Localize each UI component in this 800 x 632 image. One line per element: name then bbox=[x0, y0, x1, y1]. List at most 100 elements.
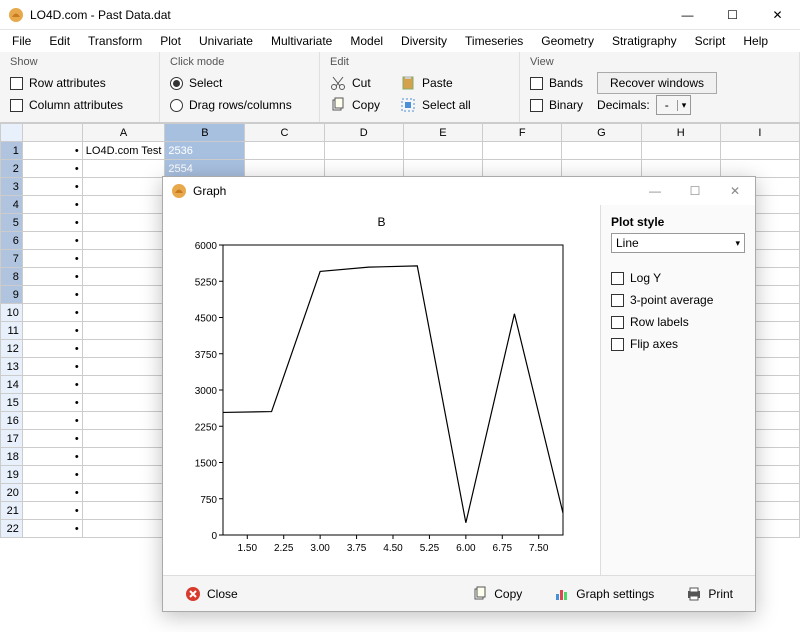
col-header-D[interactable]: D bbox=[324, 124, 403, 142]
col-header-I[interactable]: I bbox=[720, 124, 799, 142]
menu-diversity[interactable]: Diversity bbox=[393, 32, 455, 50]
col-header-B[interactable]: B bbox=[165, 124, 245, 142]
cell[interactable] bbox=[562, 142, 641, 160]
row-header[interactable]: 19 bbox=[1, 466, 23, 484]
menu-file[interactable]: File bbox=[4, 32, 39, 50]
row-header[interactable]: 17 bbox=[1, 430, 23, 448]
cell[interactable] bbox=[82, 196, 165, 214]
cell[interactable] bbox=[483, 160, 562, 178]
col-header-H[interactable]: H bbox=[641, 124, 720, 142]
row-header[interactable]: 6 bbox=[1, 232, 23, 250]
cell[interactable] bbox=[82, 448, 165, 466]
3point-avg-checkbox[interactable]: 3-point average bbox=[611, 289, 745, 311]
row-header[interactable]: 9 bbox=[1, 286, 23, 304]
cell[interactable] bbox=[641, 142, 720, 160]
col-header-F[interactable]: F bbox=[483, 124, 562, 142]
graph-minimize-button[interactable]: — bbox=[635, 177, 675, 205]
plot-style-select[interactable]: Line ▾ bbox=[611, 233, 745, 253]
select-radio[interactable]: Select bbox=[170, 72, 309, 94]
cell[interactable] bbox=[82, 322, 165, 340]
decimals-select[interactable]: - ▾ bbox=[656, 95, 692, 115]
cell[interactable] bbox=[562, 160, 641, 178]
row-header[interactable]: 18 bbox=[1, 448, 23, 466]
row-header[interactable]: 16 bbox=[1, 412, 23, 430]
cell[interactable] bbox=[82, 502, 165, 520]
cell[interactable] bbox=[82, 376, 165, 394]
column-attributes-checkbox[interactable]: Column attributes bbox=[10, 94, 149, 116]
copy-button[interactable]: Copy bbox=[330, 94, 380, 116]
menu-transform[interactable]: Transform bbox=[80, 32, 150, 50]
cell[interactable] bbox=[82, 250, 165, 268]
cell[interactable]: 2554 bbox=[165, 160, 245, 178]
cell[interactable] bbox=[82, 268, 165, 286]
cell[interactable] bbox=[245, 160, 324, 178]
cell[interactable] bbox=[82, 160, 165, 178]
bands-checkbox[interactable]: Bands bbox=[530, 72, 583, 94]
cell[interactable] bbox=[324, 160, 403, 178]
menu-help[interactable]: Help bbox=[735, 32, 776, 50]
cell[interactable] bbox=[82, 430, 165, 448]
graph-maximize-button[interactable]: ☐ bbox=[675, 177, 715, 205]
menu-univariate[interactable]: Univariate bbox=[191, 32, 261, 50]
row-header[interactable]: 12 bbox=[1, 340, 23, 358]
menu-stratigraphy[interactable]: Stratigraphy bbox=[604, 32, 685, 50]
cell[interactable] bbox=[82, 358, 165, 376]
cell[interactable] bbox=[82, 178, 165, 196]
row-header[interactable]: 21 bbox=[1, 502, 23, 520]
menu-geometry[interactable]: Geometry bbox=[533, 32, 602, 50]
cell[interactable] bbox=[720, 142, 799, 160]
cell[interactable] bbox=[403, 142, 482, 160]
row-header[interactable]: 8 bbox=[1, 268, 23, 286]
col-header-C[interactable]: C bbox=[245, 124, 324, 142]
cell[interactable] bbox=[82, 520, 165, 538]
graph-settings-button[interactable]: Graph settings bbox=[542, 582, 666, 606]
select-all-button[interactable]: Select all bbox=[400, 94, 471, 116]
row-header[interactable]: 1 bbox=[1, 142, 23, 160]
row-header[interactable]: 11 bbox=[1, 322, 23, 340]
cell[interactable]: LO4D.com Test bbox=[82, 142, 165, 160]
row-header[interactable]: 2 bbox=[1, 160, 23, 178]
paste-button[interactable]: Paste bbox=[400, 72, 471, 94]
row-labels-checkbox[interactable]: Row labels bbox=[611, 311, 745, 333]
graph-close-footer-button[interactable]: Close bbox=[173, 582, 250, 606]
cell[interactable] bbox=[82, 394, 165, 412]
cell[interactable] bbox=[82, 304, 165, 322]
row-header[interactable]: 5 bbox=[1, 214, 23, 232]
flip-axes-checkbox[interactable]: Flip axes bbox=[611, 333, 745, 355]
log-y-checkbox[interactable]: Log Y bbox=[611, 267, 745, 289]
row-header[interactable]: 10 bbox=[1, 304, 23, 322]
menu-model[interactable]: Model bbox=[342, 32, 391, 50]
menu-plot[interactable]: Plot bbox=[152, 32, 189, 50]
menu-multivariate[interactable]: Multivariate bbox=[263, 32, 340, 50]
graph-close-button[interactable]: ✕ bbox=[715, 177, 755, 205]
cut-button[interactable]: Cut bbox=[330, 72, 380, 94]
cell[interactable] bbox=[720, 160, 799, 178]
col-header-A[interactable]: A bbox=[82, 124, 165, 142]
drag-radio[interactable]: Drag rows/columns bbox=[170, 94, 309, 116]
cell[interactable] bbox=[641, 160, 720, 178]
row-header[interactable]: 15 bbox=[1, 394, 23, 412]
row-header[interactable]: 13 bbox=[1, 358, 23, 376]
row-header[interactable]: 20 bbox=[1, 484, 23, 502]
row-header[interactable]: 3 bbox=[1, 178, 23, 196]
menu-edit[interactable]: Edit bbox=[41, 32, 78, 50]
minimize-button[interactable]: — bbox=[665, 0, 710, 30]
graph-print-button[interactable]: Print bbox=[674, 582, 745, 606]
cell[interactable] bbox=[245, 142, 324, 160]
graph-copy-button[interactable]: Copy bbox=[460, 582, 534, 606]
row-header[interactable]: 14 bbox=[1, 376, 23, 394]
cell[interactable] bbox=[82, 484, 165, 502]
col-header-E[interactable]: E bbox=[403, 124, 482, 142]
maximize-button[interactable]: ☐ bbox=[710, 0, 755, 30]
cell[interactable]: 2536 bbox=[165, 142, 245, 160]
cell[interactable] bbox=[82, 412, 165, 430]
cell[interactable] bbox=[82, 286, 165, 304]
menu-script[interactable]: Script bbox=[687, 32, 734, 50]
cell[interactable] bbox=[82, 466, 165, 484]
cell[interactable] bbox=[324, 142, 403, 160]
row-header[interactable]: 7 bbox=[1, 250, 23, 268]
col-header-G[interactable]: G bbox=[562, 124, 641, 142]
cell[interactable] bbox=[82, 232, 165, 250]
row-header[interactable]: 22 bbox=[1, 520, 23, 538]
cell[interactable] bbox=[82, 340, 165, 358]
